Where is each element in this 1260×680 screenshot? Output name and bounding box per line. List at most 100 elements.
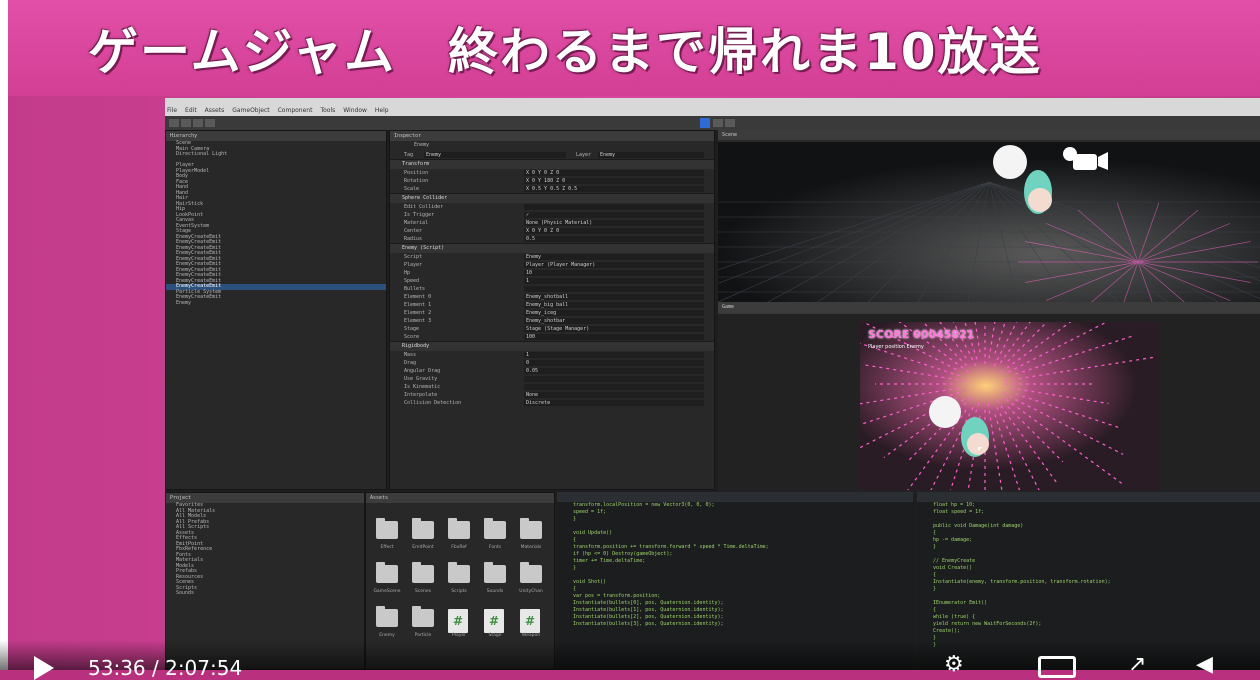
property-field[interactable]: Enemy_shotball bbox=[524, 294, 704, 300]
menu-item[interactable]: GameObject bbox=[232, 107, 269, 114]
play-mode-icon[interactable] bbox=[700, 118, 710, 128]
volume-icon[interactable]: ◀ bbox=[1196, 652, 1213, 677]
gear-icon[interactable]: ⚙ bbox=[944, 652, 964, 677]
property-field[interactable] bbox=[524, 286, 704, 292]
folder-icon[interactable] bbox=[448, 518, 470, 539]
property-row: Element 0 Enemy_shotball bbox=[390, 293, 714, 301]
project-item[interactable]: Sounds bbox=[166, 590, 364, 597]
folder-icon[interactable] bbox=[484, 562, 506, 583]
property-field[interactable]: 100 bbox=[524, 334, 704, 340]
property-field[interactable]: 10 bbox=[524, 270, 704, 276]
folder-icon[interactable] bbox=[412, 562, 434, 583]
menu-item[interactable]: Component bbox=[278, 107, 313, 114]
property-label: Center bbox=[404, 228, 423, 234]
folder-icon[interactable] bbox=[412, 518, 434, 539]
property-label: Rotation bbox=[404, 178, 429, 184]
property-field[interactable]: X 0 Y 180 Z 0 bbox=[524, 178, 704, 184]
rotate-tool-icon[interactable] bbox=[193, 119, 203, 127]
script-file-icon[interactable]: # bbox=[520, 609, 540, 633]
property-row: Position X 0 Y 0 Z 0 bbox=[390, 169, 714, 177]
folder-icon[interactable] bbox=[520, 562, 542, 583]
property-field[interactable]: Enemy_iceg bbox=[524, 310, 704, 316]
menu-item[interactable]: Help bbox=[375, 107, 389, 114]
game-tab[interactable]: Game bbox=[718, 302, 1260, 312]
property-field[interactable]: None (Physic Material) bbox=[524, 220, 704, 226]
scene-tab[interactable]: Scene bbox=[718, 130, 1260, 140]
code-tab-right[interactable] bbox=[917, 492, 1260, 502]
folder-icon[interactable] bbox=[376, 606, 398, 627]
property-field[interactable]: Discrete bbox=[524, 400, 704, 406]
property-field[interactable]: Enemy bbox=[524, 254, 704, 260]
menu-item[interactable]: File bbox=[167, 107, 177, 114]
hierarchy-item[interactable]: Enemy bbox=[166, 300, 386, 307]
play-icon[interactable] bbox=[34, 656, 54, 680]
asset-label: Enemy bbox=[379, 633, 395, 638]
property-field[interactable]: None bbox=[524, 392, 704, 398]
theater-mode-icon[interactable] bbox=[1038, 656, 1076, 678]
property-field[interactable] bbox=[524, 384, 704, 390]
component-header[interactable]: Transform bbox=[390, 159, 714, 169]
layer-dropdown[interactable]: Enemy bbox=[598, 152, 704, 158]
scale-tool-icon[interactable] bbox=[205, 119, 215, 127]
pause-icon[interactable] bbox=[713, 119, 723, 127]
move-tool-icon[interactable] bbox=[181, 119, 191, 127]
frame-edge bbox=[0, 0, 8, 670]
assets-tab[interactable]: Assets bbox=[366, 493, 554, 503]
fullscreen-icon[interactable]: ↗ bbox=[1128, 652, 1146, 677]
menu-item[interactable]: Edit bbox=[185, 107, 197, 114]
property-field[interactable]: Enemy_big ball bbox=[524, 302, 704, 308]
mouse-cursor-icon bbox=[978, 447, 982, 451]
property-field[interactable]: 0.05 bbox=[524, 368, 704, 374]
code-line: yield return new WaitForSeconds(2f); bbox=[933, 621, 1042, 627]
menu-item[interactable]: Tools bbox=[320, 107, 335, 114]
tag-dropdown[interactable]: Enemy bbox=[424, 152, 566, 158]
code-line: transform.localPosition = new Vector3(0,… bbox=[573, 502, 715, 508]
property-field[interactable]: X 0.5 Y 0.5 Z 0.5 bbox=[524, 186, 704, 192]
folder-icon[interactable] bbox=[520, 518, 542, 539]
property-field[interactable]: 1 bbox=[524, 278, 704, 284]
hierarchy-tab[interactable]: Hierarchy bbox=[166, 131, 386, 141]
property-row: Stage Stage (Stage Manager) bbox=[390, 325, 714, 333]
asset-label: Player bbox=[451, 633, 466, 638]
object-name[interactable]: Enemy bbox=[404, 141, 534, 151]
property-field[interactable] bbox=[524, 376, 704, 382]
property-field[interactable]: Player (Player Manager) bbox=[524, 262, 704, 268]
folder-icon[interactable] bbox=[412, 606, 434, 627]
character-head bbox=[993, 145, 1027, 179]
property-row: Interpolate None bbox=[390, 391, 714, 399]
folder-icon[interactable] bbox=[448, 562, 470, 583]
folder-icon[interactable] bbox=[376, 518, 398, 539]
property-field[interactable] bbox=[524, 204, 704, 210]
property-label: Radius bbox=[404, 236, 423, 242]
property-field[interactable]: Stage (Stage Manager) bbox=[524, 326, 704, 332]
script-file-icon[interactable]: # bbox=[448, 609, 468, 633]
folder-icon[interactable] bbox=[376, 562, 398, 583]
scene-view[interactable] bbox=[718, 142, 1260, 302]
character-face bbox=[1028, 188, 1052, 212]
property-label: Bullets bbox=[404, 286, 426, 292]
menu-item[interactable]: Assets bbox=[205, 107, 225, 114]
property-field[interactable]: 0 bbox=[524, 360, 704, 366]
component-header[interactable]: Enemy (Script) bbox=[390, 243, 714, 253]
property-field[interactable]: 1 bbox=[524, 352, 704, 358]
component-header[interactable]: Sphere Collider bbox=[390, 193, 714, 203]
hand-tool-icon[interactable] bbox=[169, 119, 179, 127]
code-tab-left[interactable] bbox=[557, 492, 913, 502]
menu-item[interactable]: Window bbox=[343, 107, 367, 114]
component-header[interactable]: Rigidbody bbox=[390, 341, 714, 351]
asset-label: Stage bbox=[488, 633, 502, 638]
property-field[interactable]: ✓ bbox=[524, 212, 704, 218]
folder-icon[interactable] bbox=[484, 518, 506, 539]
code-line: transform.position += transform.forward … bbox=[573, 544, 769, 550]
asset-label: Sounds bbox=[486, 589, 504, 594]
menu-list: File Edit Assets GameObject Component Tools Wi… bbox=[167, 107, 389, 114]
code-line: speed = 1f; bbox=[573, 509, 607, 515]
property-field[interactable]: Enemy_shotbar bbox=[524, 318, 704, 324]
inspector-tab[interactable]: Inspector bbox=[390, 131, 714, 141]
game-view[interactable]: SCORE 00045821 Player position Enemy bbox=[860, 322, 1160, 490]
property-field[interactable]: 0.5 bbox=[524, 236, 704, 242]
step-icon[interactable] bbox=[725, 119, 735, 127]
script-file-icon[interactable]: # bbox=[484, 609, 504, 633]
property-field[interactable]: X 0 Y 0 Z 0 bbox=[524, 228, 704, 234]
property-field[interactable]: X 0 Y 0 Z 0 bbox=[524, 170, 704, 176]
